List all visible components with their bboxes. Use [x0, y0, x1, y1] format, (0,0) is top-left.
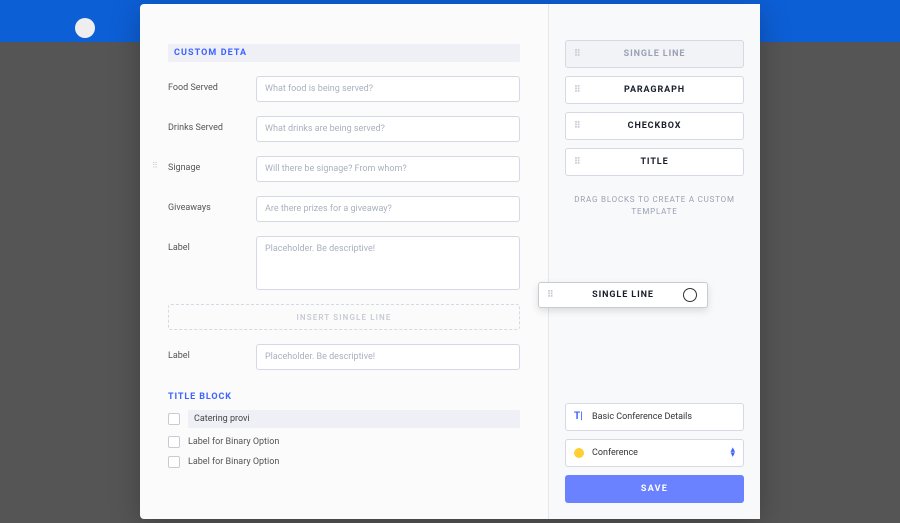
- field-label: Drinks Served: [168, 116, 256, 133]
- field-label: Signage: [168, 156, 256, 173]
- checkbox-label: Label for Binary Option: [188, 457, 279, 467]
- section-title-input[interactable]: [168, 44, 520, 62]
- field-row: Label: [168, 344, 520, 370]
- checkbox-row: Label for Binary Option: [168, 456, 520, 468]
- drag-handle-icon[interactable]: ⠿: [152, 164, 159, 167]
- field-label[interactable]: Label: [168, 236, 256, 253]
- checkbox-icon[interactable]: [168, 436, 180, 448]
- form-builder-pane: Food Served Drinks Served ⠿ Signage Give…: [140, 4, 548, 519]
- field-row: Giveaways: [168, 196, 520, 222]
- field-row[interactable]: ⠿ Signage: [168, 156, 520, 182]
- field-input-food[interactable]: [256, 76, 520, 102]
- palette-hint: DRAG BLOCKS TO CREATE A CUSTOM TEMPLATE: [565, 194, 744, 218]
- dragging-block-ghost[interactable]: SINGLE LINE: [538, 282, 708, 308]
- field-row: Drinks Served: [168, 116, 520, 142]
- template-name-field[interactable]: T| Basic Conference Details: [565, 403, 744, 431]
- field-label: Giveaways: [168, 196, 256, 213]
- category-selected-text: Conference: [592, 448, 638, 458]
- checkbox-label: Label for Binary Option: [188, 437, 279, 447]
- category-select[interactable]: Conference ▴▾: [565, 439, 744, 467]
- field-input-giveaways[interactable]: [256, 196, 520, 222]
- checkbox-row-editable: [168, 410, 520, 428]
- field-input-signage[interactable]: [256, 156, 520, 182]
- template-name-text: Basic Conference Details: [592, 412, 692, 422]
- field-label: Label: [168, 344, 256, 361]
- block-palette-pane: SINGLE LINE PARAGRAPH CHECKBOX TITLE DRA…: [548, 4, 760, 519]
- block-title[interactable]: TITLE: [565, 148, 744, 176]
- field-row-paragraph: Label: [168, 236, 520, 290]
- block-single-line[interactable]: SINGLE LINE: [565, 40, 744, 68]
- checkbox-icon[interactable]: [168, 413, 180, 425]
- checkbox-label-input[interactable]: [188, 410, 520, 428]
- title-block-heading: TITLE BLOCK: [168, 392, 520, 402]
- block-checkbox[interactable]: CHECKBOX: [565, 112, 744, 140]
- chevron-updown-icon: ▴▾: [730, 448, 735, 458]
- category-color-icon: [574, 448, 584, 458]
- field-label: Food Served: [168, 76, 256, 93]
- checkbox-row: Label for Binary Option: [168, 436, 520, 448]
- field-input-drinks[interactable]: [256, 116, 520, 142]
- insert-drop-zone[interactable]: INSERT SINGLE LINE: [168, 304, 520, 330]
- block-paragraph[interactable]: PARAGRAPH: [565, 76, 744, 104]
- save-button[interactable]: SAVE: [565, 475, 744, 503]
- field-input-generic[interactable]: [256, 344, 520, 370]
- field-row: Food Served: [168, 76, 520, 102]
- checkbox-icon[interactable]: [168, 456, 180, 468]
- field-textarea[interactable]: [256, 236, 520, 290]
- title-icon: T|: [574, 411, 586, 423]
- template-editor-modal: Food Served Drinks Served ⠿ Signage Give…: [140, 4, 760, 519]
